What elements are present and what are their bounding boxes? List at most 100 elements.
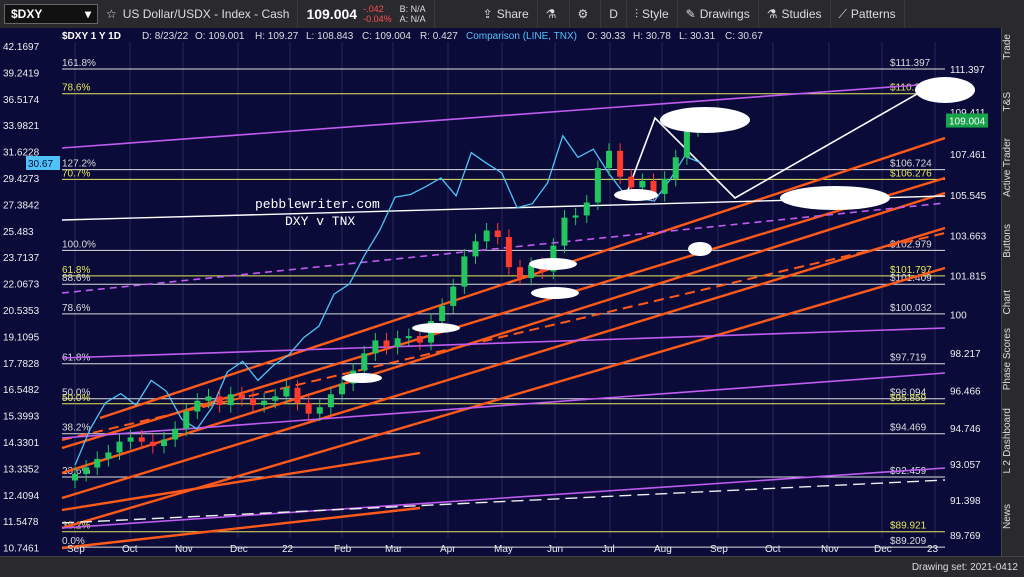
x-axis-tick: Nov [821,544,839,555]
candle-body [594,168,601,203]
left-axis-tick: 27.3842 [3,200,40,211]
x-axis-tick: Aug [654,544,672,555]
fib-price: $89.921 [890,521,927,532]
candle-body [205,396,212,401]
candle-body [283,387,290,397]
header-c-open: O: 30.33 [587,31,626,42]
drawing-set-label: Drawing set: 2021-0412 [911,561,1018,573]
left-axis-tick: 23.7137 [3,253,40,264]
fib-label: 70.7% [62,168,90,179]
side-tab[interactable]: Phase Scores [1002,328,1024,390]
drawings-button[interactable]: ✎ Drawings [678,0,759,28]
highlight-ellipse [342,373,382,383]
candle-body [617,150,624,177]
candle-body [494,230,501,237]
toolbar: $DXY ▾ ☆ US Dollar/USDX - Index - Cash 109… [0,0,1024,29]
gear-icon: ⚙ [577,7,589,21]
right-axis-tick: 100 [950,311,967,322]
candle-body [227,394,234,406]
x-axis-tick: 22 [282,544,294,555]
candle-body [672,157,679,179]
symbol-selector[interactable]: $DXY ▾ [4,4,98,24]
side-tab[interactable]: News [1002,504,1024,529]
candle-body [517,267,523,278]
net-change: -.042 [363,4,384,14]
settings-button[interactable]: ⚙ [570,0,602,28]
annotation-line1: pebblewriter.com [255,197,380,212]
description: ☆ US Dollar/USDX - Index - Cash [98,0,299,28]
star-icon[interactable]: ☆ [106,7,117,21]
x-axis-tick: Dec [874,544,892,555]
left-axis-tick: 10.7461 [3,544,40,555]
chart-header: $DXY 1 Y 1D D: 8/23/22 O: 109.001 H: 109… [60,28,780,42]
side-tab[interactable]: Chart [1002,290,1024,314]
x-axis-tick: Dec [230,544,248,555]
candle-body [216,396,223,406]
side-tab[interactable]: Dashboard [1002,408,1024,457]
symbol-description: US Dollar/USDX - Index - Cash [122,7,290,21]
header-range: R: 0.427 [420,31,458,42]
candle-body [127,437,134,442]
period-label: D [609,7,618,21]
flask-button[interactable]: ⚗ [538,0,570,28]
right-axis-tick: 111.397 [950,65,985,76]
bid: B: N/A [399,4,426,14]
left-axis-tick: 25.483 [3,227,34,238]
side-tab[interactable]: Trade [1002,34,1024,60]
fib-label: 100.0% [62,239,96,250]
fib-label: 78.6% [62,303,90,314]
candle-body [405,336,412,339]
pattern-icon: ⟋ [838,6,847,21]
side-tab[interactable]: L 2 [1002,460,1024,474]
flask-icon: ⚗ [766,7,778,21]
side-tab[interactable]: Active Trader [1002,138,1024,197]
candle-body [183,411,190,429]
period-button[interactable]: D [601,0,627,28]
candle-body [272,396,279,401]
fib-price: $111.397 [890,58,931,69]
header-symbol: $DXY 1 Y 1D [62,31,121,42]
candle-body [461,256,468,287]
fib-label: 161.8% [62,58,96,69]
side-tab[interactable]: T&S [1002,92,1024,111]
x-axis-tick: Oct [765,544,781,555]
studies-label: Studies [781,7,822,21]
price-chart[interactable]: 161.8% $111.39778.6% $110.251127.2% $106.72… [0,28,1002,556]
x-axis-tick: 23 [927,544,939,555]
highlight-ellipse [915,77,975,103]
status-bar: Drawing set: 2021-0412 [0,556,1024,577]
left-axis-tick: 39.2419 [3,68,40,79]
right-axis-tick: 98.217 [950,349,981,360]
studies-button[interactable]: ⚗ Studies [759,0,831,28]
candle-body [683,129,690,158]
x-axis-tick: Nov [175,544,193,555]
highlight-ellipse [529,258,577,270]
patterns-button[interactable]: ⟋ Patterns [831,0,905,28]
candle-body [194,400,201,412]
candle-body [83,467,90,475]
right-axis-tick: 89.769 [950,531,981,542]
left-axis-tick: 14.3301 [3,438,40,449]
highlight-ellipse [531,287,579,299]
annotation-line2: DXY v TNX [285,214,355,229]
highlight-ellipse [412,323,460,333]
candle-body [505,236,512,268]
candle-body [316,407,323,414]
tnx-last-badge-text: 30.67 [28,159,53,170]
candle-body [416,336,423,343]
candle-body [572,215,579,218]
style-button[interactable]: ⫶ Style [627,0,678,28]
candle-body [172,428,179,440]
candle-body [149,441,156,446]
highlight-ellipse [780,186,890,210]
pct-change: -0.04% [363,14,392,24]
chevron-down-icon: ▾ [84,7,91,21]
side-tab[interactable]: Buttons [1002,224,1024,258]
header-c-high: H: 30.78 [633,31,671,42]
candle-body [628,176,635,188]
x-axis-tick: Mar [385,544,403,555]
last-price-badge-text: 109.004 [949,117,986,128]
left-axis-tick: 22.0673 [3,280,40,291]
candle-body [161,439,167,446]
share-button[interactable]: ⇪ Share [475,0,538,28]
